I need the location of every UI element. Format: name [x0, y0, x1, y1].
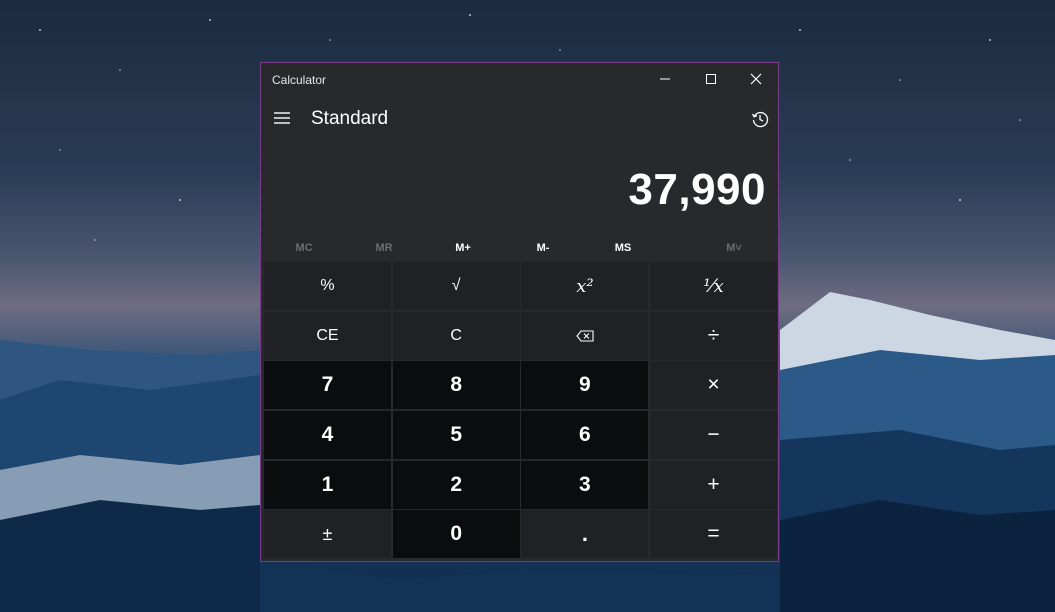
digit-7-button[interactable]: 7 — [264, 361, 391, 410]
square-label: x² — [576, 275, 594, 297]
calculator-mode-title: Standard — [311, 108, 389, 129]
header: Standard — [261, 101, 778, 141]
plus-button[interactable]: + — [650, 460, 778, 509]
title-bar[interactable]: Calculator — [261, 63, 778, 95]
memory-add-button[interactable]: M+ — [423, 237, 503, 259]
minimize-button[interactable] — [642, 63, 688, 95]
close-icon — [750, 73, 762, 85]
decimal-button[interactable]: . — [521, 510, 649, 559]
memory-clear-button[interactable]: MC — [264, 237, 344, 259]
percent-button[interactable]: % — [264, 262, 391, 310]
digit-3-button[interactable]: 3 — [521, 460, 649, 509]
memory-list-button[interactable]: M˅ — [694, 237, 774, 259]
backspace-icon — [576, 330, 594, 342]
memory-row: MC MR M+ M- MS M˅ — [264, 237, 776, 259]
navigation-menu-button[interactable] — [269, 105, 295, 131]
history-icon — [751, 111, 769, 128]
minimize-icon — [660, 78, 670, 80]
minus-button[interactable]: − — [650, 411, 778, 460]
backspace-button[interactable] — [521, 311, 649, 360]
hamburger-icon — [274, 112, 290, 124]
reciprocal-label: ¹⁄x — [703, 275, 724, 297]
equals-button[interactable]: = — [650, 510, 778, 559]
calculator-window: Calculator Standard 37,990 MC MR M+ M- M… — [260, 62, 779, 562]
digit-0-button[interactable]: 0 — [392, 510, 520, 559]
square-root-button[interactable]: √ — [392, 262, 520, 310]
divide-button[interactable]: ÷ — [650, 311, 778, 360]
digit-2-button[interactable]: 2 — [392, 460, 520, 509]
reciprocal-button[interactable]: ¹⁄x — [650, 262, 778, 310]
multiply-button[interactable]: × — [650, 361, 778, 410]
clear-entry-button[interactable]: CE — [264, 311, 391, 360]
memory-recall-button[interactable]: MR — [344, 237, 424, 259]
square-button[interactable]: x² — [521, 262, 649, 310]
memory-store-button[interactable]: MS — [583, 237, 663, 259]
memory-subtract-button[interactable]: M- — [503, 237, 583, 259]
window-title: Calculator — [272, 73, 327, 87]
digit-4-button[interactable]: 4 — [264, 411, 391, 460]
history-button[interactable] — [747, 106, 773, 132]
keypad: % √ x² ¹⁄x CE C ÷ 7 8 9 × 4 5 6 − 1 2 3 … — [264, 262, 778, 560]
close-button[interactable] — [733, 63, 779, 95]
digit-8-button[interactable]: 8 — [392, 361, 520, 410]
digit-6-button[interactable]: 6 — [521, 411, 649, 460]
maximize-icon — [706, 74, 716, 84]
digit-9-button[interactable]: 9 — [521, 361, 649, 410]
maximize-button[interactable] — [688, 63, 734, 95]
digit-1-button[interactable]: 1 — [264, 460, 391, 509]
result-display: 37,990 — [628, 165, 766, 214]
negate-button[interactable]: ± — [264, 510, 391, 559]
digit-5-button[interactable]: 5 — [392, 411, 520, 460]
clear-button[interactable]: C — [392, 311, 520, 360]
